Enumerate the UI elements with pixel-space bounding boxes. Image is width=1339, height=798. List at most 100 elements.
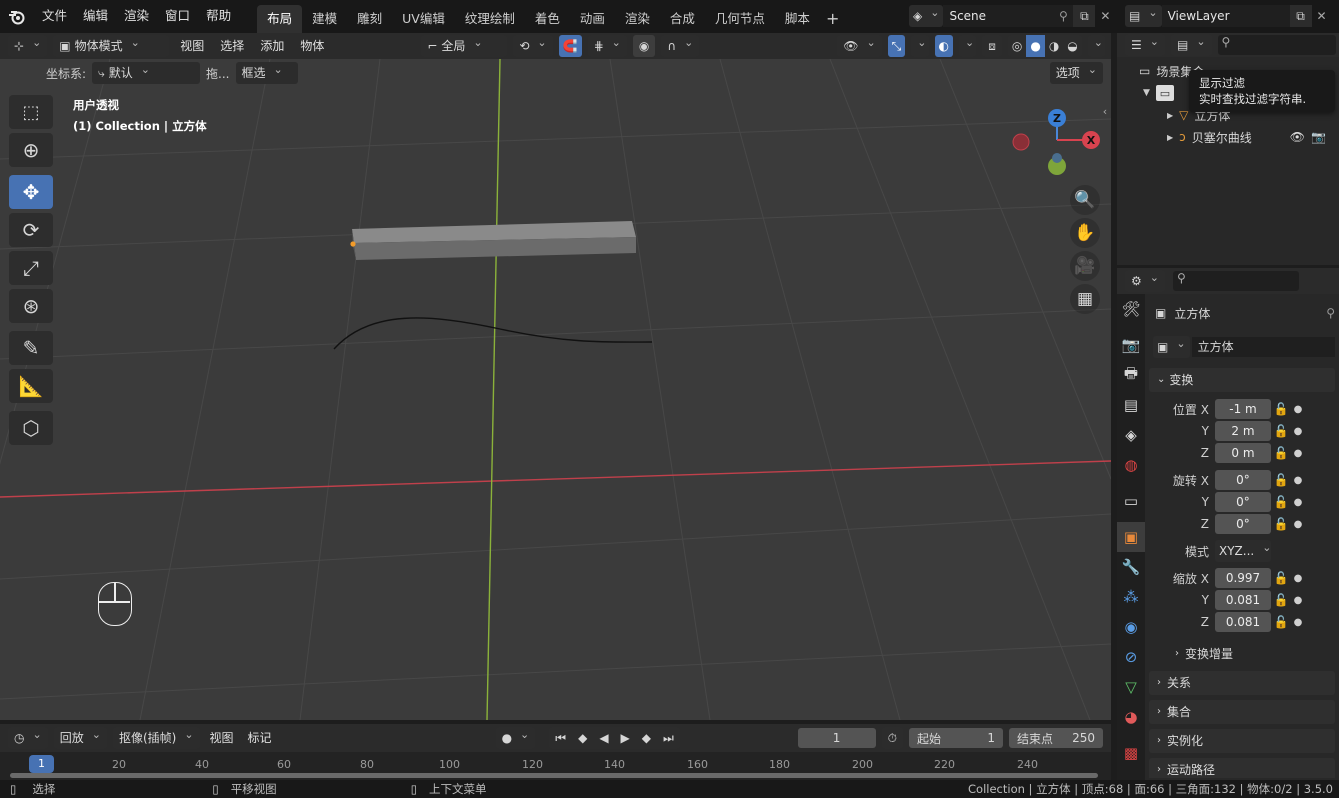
tab-output[interactable]: 🖶 bbox=[1117, 360, 1145, 390]
new-view-layer-icon[interactable]: ⧉ bbox=[1289, 5, 1312, 27]
perspective-toggle-button[interactable]: ▦ bbox=[1070, 284, 1100, 314]
playback-dropdown[interactable]: 回放 bbox=[53, 727, 107, 749]
relations-panel-header[interactable]: › 关系 bbox=[1149, 671, 1335, 695]
menu-window[interactable]: 窗口 bbox=[157, 0, 198, 33]
playhead-frame[interactable]: 1 bbox=[29, 755, 54, 773]
tab-object[interactable]: ▣ bbox=[1117, 522, 1145, 552]
camera-view-button[interactable]: 🎥 bbox=[1070, 251, 1100, 281]
tab-geometry-nodes[interactable]: 几何节点 bbox=[705, 5, 775, 33]
overlays-dropdown[interactable] bbox=[958, 35, 977, 57]
keying-dropdown[interactable]: 抠像(插帧) bbox=[112, 727, 200, 749]
timeline-ruler[interactable]: 1 20 40 60 80 100 120 140 160 180 200 22… bbox=[0, 752, 1111, 780]
menu-help[interactable]: 帮助 bbox=[198, 0, 239, 33]
bezier-curve-object[interactable] bbox=[333, 317, 653, 350]
timeline-scrollbar[interactable] bbox=[10, 773, 1098, 778]
start-frame-field[interactable]: 起始 1 bbox=[909, 728, 1003, 748]
transform-tool[interactable]: ⊛ bbox=[9, 289, 53, 323]
tab-modifiers[interactable]: 🔧 bbox=[1117, 552, 1145, 582]
keyframe-dot-icon[interactable]: ● bbox=[1291, 617, 1305, 628]
tab-sculpting[interactable]: 雕刻 bbox=[347, 5, 392, 33]
properties-editor-type[interactable]: ⚙ bbox=[1125, 270, 1165, 292]
solid-shading-button[interactable]: ● bbox=[1026, 35, 1045, 57]
add-cube-tool[interactable]: ⬡ bbox=[9, 411, 53, 445]
keyframe-dot-icon[interactable]: ● bbox=[1291, 519, 1305, 530]
lock-icon[interactable]: 🔓 bbox=[1271, 446, 1291, 460]
lock-icon[interactable]: 🔓 bbox=[1271, 571, 1291, 585]
location-x-field[interactable]: -1 m bbox=[1215, 399, 1271, 419]
instancing-panel-header[interactable]: › 实例化 bbox=[1149, 729, 1335, 753]
scale-z-field[interactable]: 0.081 bbox=[1215, 612, 1271, 632]
menu-edit[interactable]: 编辑 bbox=[75, 0, 116, 33]
keyframe-dot-icon[interactable]: ● bbox=[1291, 426, 1305, 437]
tab-modeling[interactable]: 建模 bbox=[302, 5, 347, 33]
overlays-toggle[interactable]: ◐ bbox=[934, 35, 953, 57]
pan-button[interactable]: ✋ bbox=[1070, 218, 1100, 248]
tab-physics[interactable]: ◉ bbox=[1117, 612, 1145, 642]
keyframe-dot-icon[interactable]: ● bbox=[1291, 475, 1305, 486]
properties-search-input[interactable]: ⚲ bbox=[1172, 271, 1299, 291]
gizmo-dropdown[interactable] bbox=[911, 35, 929, 57]
pin-icon[interactable]: ⚲ bbox=[1326, 306, 1335, 320]
cube-object[interactable] bbox=[350, 221, 636, 260]
rotation-y-field[interactable]: 0° bbox=[1215, 492, 1271, 512]
blender-logo-icon[interactable] bbox=[0, 0, 34, 33]
gizmo-toggle[interactable]: ⤡ bbox=[887, 35, 906, 57]
move-tool[interactable]: ✥ bbox=[9, 175, 53, 209]
keyframe-dot-icon[interactable]: ● bbox=[1291, 595, 1305, 606]
scene-name-field[interactable]: Scene bbox=[943, 5, 1054, 27]
tab-data[interactable]: ▽ bbox=[1117, 672, 1145, 702]
view-layer-name-field[interactable]: ViewLayer bbox=[1161, 5, 1290, 27]
lock-icon[interactable]: 🔓 bbox=[1271, 593, 1291, 607]
tab-shading[interactable]: 着色 bbox=[525, 5, 570, 33]
editor-type-button[interactable]: ⊹ bbox=[8, 35, 48, 57]
tab-animation[interactable]: 动画 bbox=[570, 5, 615, 33]
keyframe-dot-icon[interactable]: ● bbox=[1291, 497, 1305, 508]
wireframe-shading-button[interactable]: ◎ bbox=[1007, 35, 1027, 57]
new-scene-icon[interactable]: ⧉ bbox=[1073, 5, 1096, 27]
motion-paths-panel-header[interactable]: › 运动路径 bbox=[1149, 758, 1335, 778]
menu-select[interactable]: 选择 bbox=[215, 33, 249, 59]
lock-icon[interactable]: 🔓 bbox=[1271, 473, 1291, 487]
transform-orientation-dropdown[interactable]: ⌐ 全局 bbox=[421, 35, 508, 57]
drag-dropdown[interactable]: 框选 bbox=[235, 62, 298, 84]
options-dropdown[interactable]: 选项 bbox=[1049, 62, 1103, 84]
scale-y-field[interactable]: 0.081 bbox=[1215, 590, 1271, 610]
mode-dropdown[interactable]: ▣ 物体模式 bbox=[53, 35, 170, 57]
menu-add[interactable]: 添加 bbox=[255, 33, 289, 59]
lock-icon[interactable]: 🔓 bbox=[1271, 402, 1291, 416]
menu-render[interactable]: 渲染 bbox=[116, 0, 157, 33]
measure-tool[interactable]: 📐 bbox=[9, 369, 53, 403]
pin-icon[interactable]: ⚲ bbox=[1053, 5, 1074, 27]
view-layer-browse-button[interactable]: ▤ bbox=[1125, 5, 1162, 27]
snap-toggle[interactable]: 🧲 bbox=[558, 35, 582, 57]
jump-end-button[interactable]: ⏭ bbox=[657, 727, 680, 749]
close-icon[interactable]: ✕ bbox=[1312, 5, 1332, 27]
tab-render[interactable]: 📷 bbox=[1117, 330, 1145, 360]
lock-icon[interactable]: 🔓 bbox=[1271, 517, 1291, 531]
tab-scene[interactable]: ◈ bbox=[1117, 420, 1145, 450]
play-button[interactable]: ▶ bbox=[614, 727, 636, 749]
gizmo-x-axis[interactable]: X bbox=[1082, 131, 1100, 149]
display-mode-dropdown[interactable]: ▤ bbox=[1170, 34, 1212, 56]
transform-panel-header[interactable]: ⌄ 变换 bbox=[1149, 368, 1335, 392]
tab-constraints[interactable]: ⊘ bbox=[1117, 642, 1145, 672]
proportional-edit-toggle[interactable]: ◉ bbox=[632, 35, 656, 57]
location-y-field[interactable]: 2 m bbox=[1215, 421, 1271, 441]
outliner-item-bezier[interactable]: ▶ ↄ 贝塞尔曲线 👁 📷 bbox=[1117, 126, 1339, 148]
navigation-gizmo[interactable]: Z X bbox=[1005, 101, 1105, 185]
scene-browse-button[interactable]: ◈ bbox=[909, 5, 944, 27]
camera-render-icon[interactable]: 📷 bbox=[1311, 130, 1326, 144]
location-z-field[interactable]: 0 m bbox=[1215, 443, 1271, 463]
tab-material[interactable]: ◕ bbox=[1117, 702, 1145, 732]
snap-target-dropdown[interactable]: ⋕ bbox=[587, 35, 627, 57]
close-icon[interactable]: ✕ bbox=[1095, 5, 1115, 27]
coordinate-system-dropdown[interactable]: ⤷ 默认 bbox=[92, 62, 201, 84]
datablock-browse-button[interactable]: ▣ bbox=[1153, 336, 1190, 358]
pivot-point-dropdown[interactable]: ⟲ bbox=[513, 35, 553, 57]
rotation-mode-dropdown[interactable]: XYZ... bbox=[1215, 540, 1271, 562]
current-frame-field[interactable]: 1 bbox=[797, 728, 876, 748]
tab-view-layer[interactable]: ▤ bbox=[1117, 390, 1145, 420]
tab-scripting[interactable]: 脚本 bbox=[775, 5, 820, 33]
tab-rendering[interactable]: 渲染 bbox=[615, 5, 660, 33]
tab-tool[interactable]: 🛠 bbox=[1117, 294, 1145, 324]
